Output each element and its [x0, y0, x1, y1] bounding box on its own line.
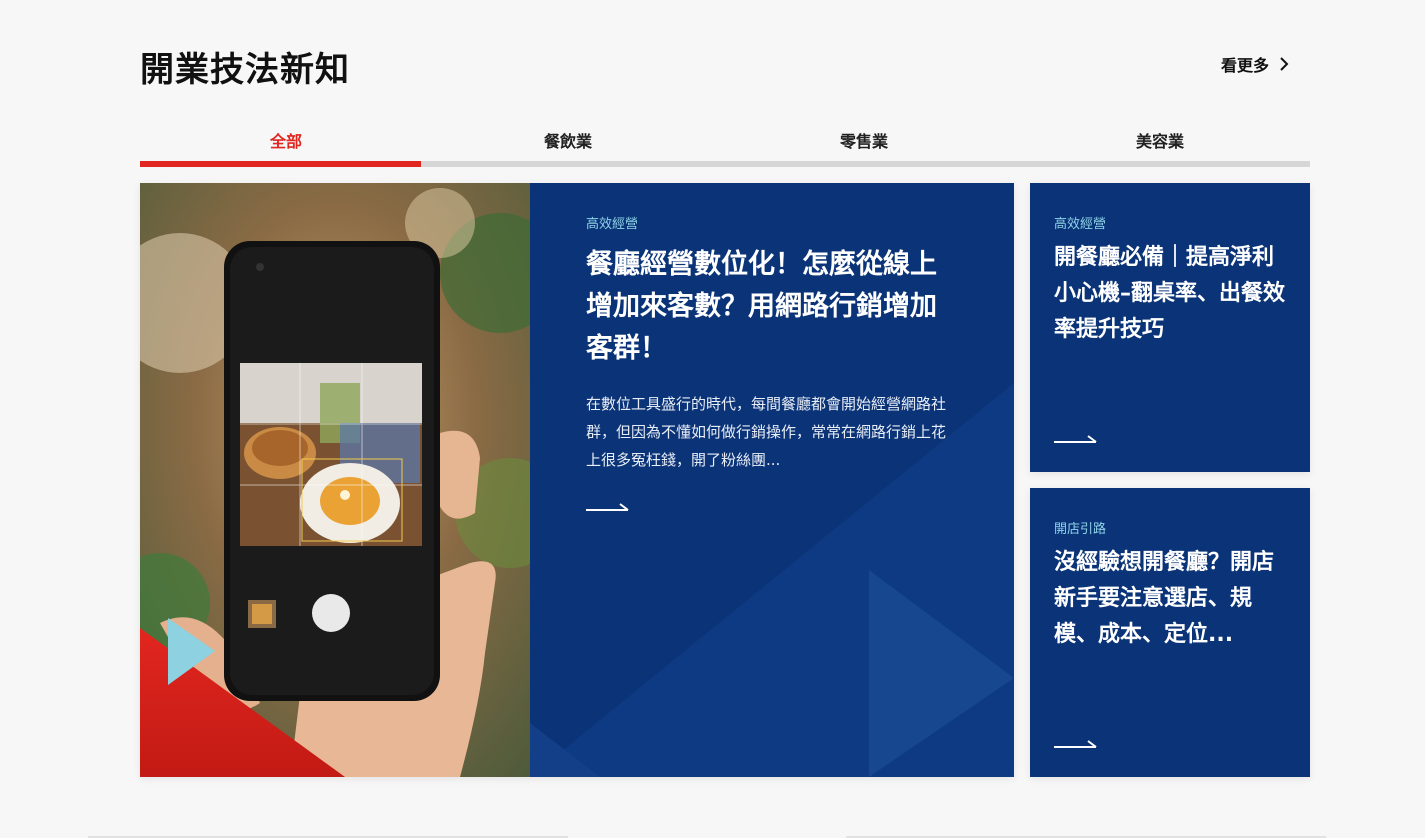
article-card[interactable]: 開店引路 沒經驗想開餐廳？開店新手要注意選店、規模、成本、定位...: [1030, 488, 1310, 777]
long-arrow-right-icon[interactable]: [1054, 434, 1098, 446]
featured-tag: 高效經營: [586, 217, 639, 232]
section-title: 開業技法新知: [140, 50, 350, 90]
chevron-right-icon: [1280, 57, 1289, 71]
article-card[interactable]: 高效經營 開餐廳必備｜提高淨利小心機–翻桌率、出餐效率提升技巧: [1030, 183, 1310, 472]
featured-title[interactable]: 餐廳經營數位化！怎麼從線上增加來客數？用網路行銷增加客群！: [586, 244, 958, 370]
tab-active-indicator: [140, 161, 421, 167]
category-tabs: 全部 餐飲業 零售業 美容業: [140, 128, 1310, 168]
long-arrow-right-icon[interactable]: [586, 502, 630, 514]
card-tag: 高效經營: [1054, 217, 1107, 232]
card-tag: 開店引路: [1054, 522, 1107, 537]
card-title[interactable]: 沒經驗想開餐廳？開店新手要注意選店、規模、成本、定位...: [1054, 545, 1286, 653]
card-title[interactable]: 開餐廳必備｜提高淨利小心機–翻桌率、出餐效率提升技巧: [1054, 240, 1286, 348]
see-more-link[interactable]: 看更多: [1221, 52, 1289, 76]
long-arrow-right-icon[interactable]: [1054, 739, 1098, 751]
featured-content: 高效經營 餐廳經營數位化！怎麼從線上增加來客數？用網路行銷增加客群！ 在數位工具…: [530, 183, 1014, 777]
featured-image: [140, 183, 530, 777]
featured-article[interactable]: 高效經營 餐廳經營數位化！怎麼從線上增加來客數？用網路行銷增加客群！ 在數位工具…: [140, 183, 1014, 777]
see-more-label: 看更多: [1221, 56, 1270, 75]
featured-excerpt: 在數位工具盛行的時代，每間餐廳都會開始經營網路社群，但因為不懂如何做行銷操作，常…: [586, 395, 947, 469]
